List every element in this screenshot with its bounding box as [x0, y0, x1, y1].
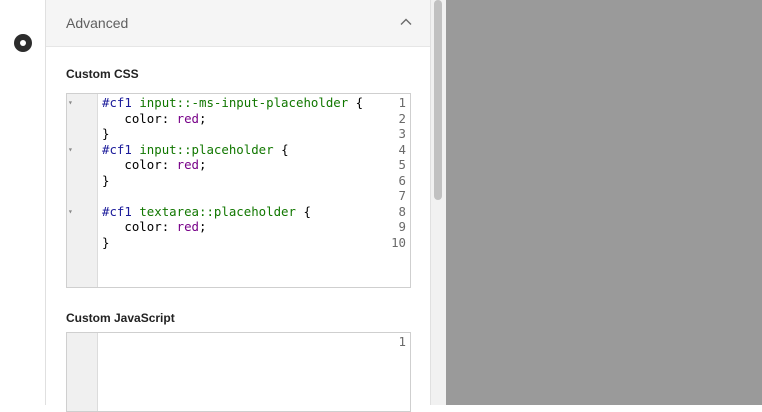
code-line[interactable]: 6} [67, 173, 410, 189]
line-number: 3 [398, 126, 406, 141]
fold-arrow-icon[interactable]: ▾ [68, 142, 76, 158]
custom-css-editor[interactable]: ▾ 1 #cf1 input::-ms-input-placeholder {2 c… [66, 93, 411, 288]
code-line[interactable]: 10} [67, 235, 410, 251]
line-number: 10 [391, 234, 406, 250]
code-token: color [124, 157, 162, 172]
code-text: color: red; [102, 157, 206, 173]
code-token: red [176, 110, 200, 126]
line-number: 9 [398, 219, 406, 234]
left-rail [0, 0, 45, 405]
code-token: red [176, 157, 200, 172]
code-token: red [176, 219, 200, 234]
code-line[interactable]: ▾ 4 #cf1 input::placeholder { [67, 142, 410, 158]
line-number: 7 [398, 188, 406, 203]
code-text: #cf1 input::-ms-input-placeholder { [102, 95, 363, 111]
code-line[interactable]: ▾ 1 #cf1 input::-ms-input-placeholder { [67, 95, 410, 111]
line-number: 4 [398, 141, 406, 157]
code-token: ; [199, 110, 207, 126]
code-line[interactable]: 5 color: red; [67, 157, 410, 173]
code-text: } [102, 126, 109, 142]
line-number: 1 [398, 334, 406, 349]
radio-selected-icon[interactable] [14, 34, 32, 52]
line-number: 2 [398, 110, 406, 126]
code-token: } [102, 234, 110, 250]
code-text: color: red; [102, 219, 206, 235]
code-token: ; [199, 157, 207, 172]
code-text: #cf1 input::placeholder { [102, 142, 289, 158]
code-token: #cf1 [102, 141, 132, 157]
code-line[interactable]: 1 [67, 334, 410, 350]
custom-css-label: Custom CSS [66, 67, 139, 81]
code-token: } [102, 126, 110, 141]
code-token: input [139, 95, 177, 110]
code-text: } [102, 173, 109, 189]
code-token: textarea [139, 203, 199, 219]
panel-scrollbar-thumb[interactable] [434, 0, 442, 200]
advanced-section-header[interactable]: Advanced [46, 0, 430, 47]
code-token: : [161, 219, 177, 234]
line-number: 8 [398, 203, 406, 219]
code-line[interactable]: ▾ 8 #cf1 textarea::placeholder { [67, 204, 410, 220]
line-number: 1 [398, 95, 406, 110]
code-token: #cf1 [102, 95, 132, 110]
code-token: ; [199, 219, 207, 234]
code-text: } [102, 235, 109, 251]
custom-js-editor[interactable]: 1 [66, 332, 411, 412]
code-token: input [139, 141, 177, 157]
code-text: #cf1 textarea::placeholder { [102, 204, 311, 220]
code-token: ::placeholder [176, 141, 274, 157]
chevron-up-icon[interactable] [399, 15, 413, 29]
code-line[interactable]: 9 color: red; [67, 219, 410, 235]
fold-arrow-icon[interactable]: ▾ [68, 95, 76, 111]
code-token: : [161, 110, 177, 126]
section-title: Advanced [66, 15, 129, 31]
code-text: color: red; [102, 111, 206, 127]
line-number: 6 [398, 172, 406, 188]
code-token: : [161, 157, 177, 172]
fold-arrow-icon[interactable]: ▾ [68, 204, 76, 220]
code-token: { [273, 141, 289, 157]
code-token: ::-ms-input-placeholder [176, 95, 349, 110]
code-line[interactable]: 3} [67, 126, 410, 142]
code-token: { [348, 95, 364, 110]
code-token: { [295, 203, 311, 219]
code-line[interactable]: 7 [67, 188, 410, 204]
settings-panel: Advanced Custom CSS ▾ 1 #cf1 input::-ms-in… [45, 0, 431, 412]
code-token: } [102, 172, 110, 188]
code-token: #cf1 [102, 203, 132, 219]
custom-js-label: Custom JavaScript [66, 311, 175, 325]
code-token: ::placeholder [199, 203, 296, 219]
line-number: 5 [398, 157, 406, 172]
code-token: color [124, 110, 162, 126]
modal-overlay-backdrop [446, 0, 762, 405]
code-token: color [124, 219, 162, 234]
code-line[interactable]: 2 color: red; [67, 111, 410, 127]
